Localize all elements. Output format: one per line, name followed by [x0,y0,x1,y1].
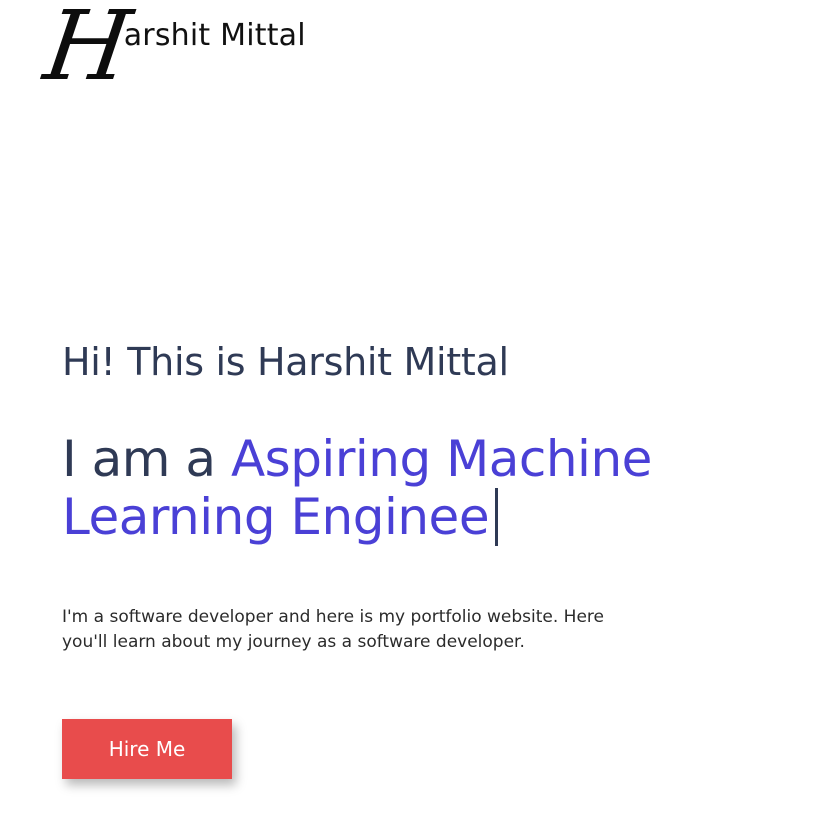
hire-me-button[interactable]: Hire Me [62,719,232,779]
headline-prefix: I am a [62,430,216,488]
logo-h-mark: H [38,0,134,102]
hero-headline: I am a Aspiring Machine Learning Enginee [62,430,782,546]
typing-cursor [495,488,499,546]
greeting-heading: Hi! This is Harshit Mittal [62,340,509,384]
intro-paragraph: I'm a software developer and here is my … [62,607,604,652]
site-logo[interactable]: H arshit Mittal [38,0,306,102]
logo-name-text: arshit Mittal [123,18,306,53]
